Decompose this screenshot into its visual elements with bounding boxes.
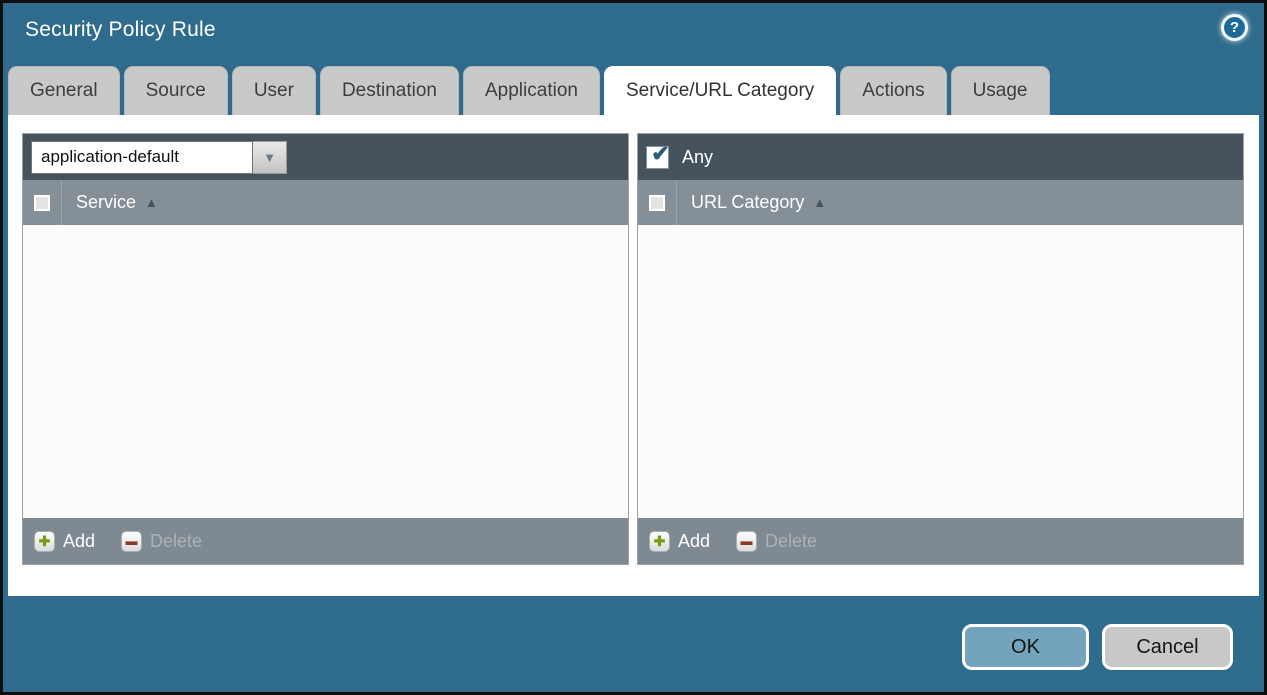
add-service-label: Add xyxy=(63,531,95,552)
sort-asc-icon[interactable]: ▲ xyxy=(145,195,158,210)
help-icon[interactable]: ? xyxy=(1221,14,1248,41)
url-category-column-label[interactable]: URL Category xyxy=(691,192,804,213)
tab-general[interactable]: General xyxy=(8,66,120,115)
tab-bar: General Source User Destination Applicat… xyxy=(8,66,1050,115)
url-category-panel-footer: ✚ Add ▬ Delete xyxy=(638,518,1243,564)
tab-user[interactable]: User xyxy=(232,66,316,115)
sort-asc-icon[interactable]: ▲ xyxy=(813,195,826,210)
service-panel-header: application-default ▼ xyxy=(23,134,628,180)
security-policy-rule-dialog: Security Policy Rule ? General Source Us… xyxy=(0,0,1267,695)
add-url-category-label: Add xyxy=(678,531,710,552)
service-type-dropdown[interactable]: application-default ▼ xyxy=(31,141,287,174)
service-column-label[interactable]: Service xyxy=(76,192,136,213)
service-panel: application-default ▼ Service ▲ ✚ xyxy=(22,133,629,565)
url-category-select-all-cell xyxy=(638,180,677,225)
minus-icon: ▬ xyxy=(121,531,142,552)
cancel-button[interactable]: Cancel xyxy=(1102,624,1233,670)
delete-url-category-button[interactable]: ▬ Delete xyxy=(736,531,817,552)
service-panel-footer: ✚ Add ▬ Delete xyxy=(23,518,628,564)
delete-service-label: Delete xyxy=(150,531,202,552)
add-url-category-button[interactable]: ✚ Add xyxy=(649,531,710,552)
delete-url-category-label: Delete xyxy=(765,531,817,552)
chevron-down-icon: ▼ xyxy=(263,151,276,164)
tab-usage[interactable]: Usage xyxy=(951,66,1050,115)
dialog-title: Security Policy Rule xyxy=(25,18,216,42)
url-category-column-header: URL Category ▲ xyxy=(638,180,1243,225)
url-category-list-body xyxy=(638,225,1243,518)
plus-icon: ✚ xyxy=(34,531,55,552)
delete-service-button[interactable]: ▬ Delete xyxy=(121,531,202,552)
checkmark-icon: ✔ xyxy=(651,143,669,165)
service-select-all-cell xyxy=(23,180,62,225)
tab-application[interactable]: Application xyxy=(463,66,600,115)
service-type-dropdown-button[interactable]: ▼ xyxy=(253,141,287,174)
minus-icon: ▬ xyxy=(736,531,757,552)
service-list-body xyxy=(23,225,628,518)
tab-content-area: application-default ▼ Service ▲ ✚ xyxy=(8,115,1259,596)
any-checkbox[interactable]: ✔ xyxy=(646,146,669,169)
plus-icon: ✚ xyxy=(649,531,670,552)
service-type-dropdown-value[interactable]: application-default xyxy=(31,141,253,174)
url-category-panel-header: ✔ Any xyxy=(638,134,1243,180)
service-select-all-checkbox[interactable] xyxy=(33,194,51,212)
tab-actions[interactable]: Actions xyxy=(840,66,946,115)
url-category-panel: ✔ Any URL Category ▲ ✚ Add xyxy=(637,133,1244,565)
any-label: Any xyxy=(682,147,713,168)
tab-source[interactable]: Source xyxy=(124,66,228,115)
url-category-select-all-checkbox[interactable] xyxy=(648,194,666,212)
tab-service-url-category[interactable]: Service/URL Category xyxy=(604,66,836,115)
service-column-header: Service ▲ xyxy=(23,180,628,225)
tab-destination[interactable]: Destination xyxy=(320,66,459,115)
add-service-button[interactable]: ✚ Add xyxy=(34,531,95,552)
ok-button[interactable]: OK xyxy=(962,624,1089,670)
